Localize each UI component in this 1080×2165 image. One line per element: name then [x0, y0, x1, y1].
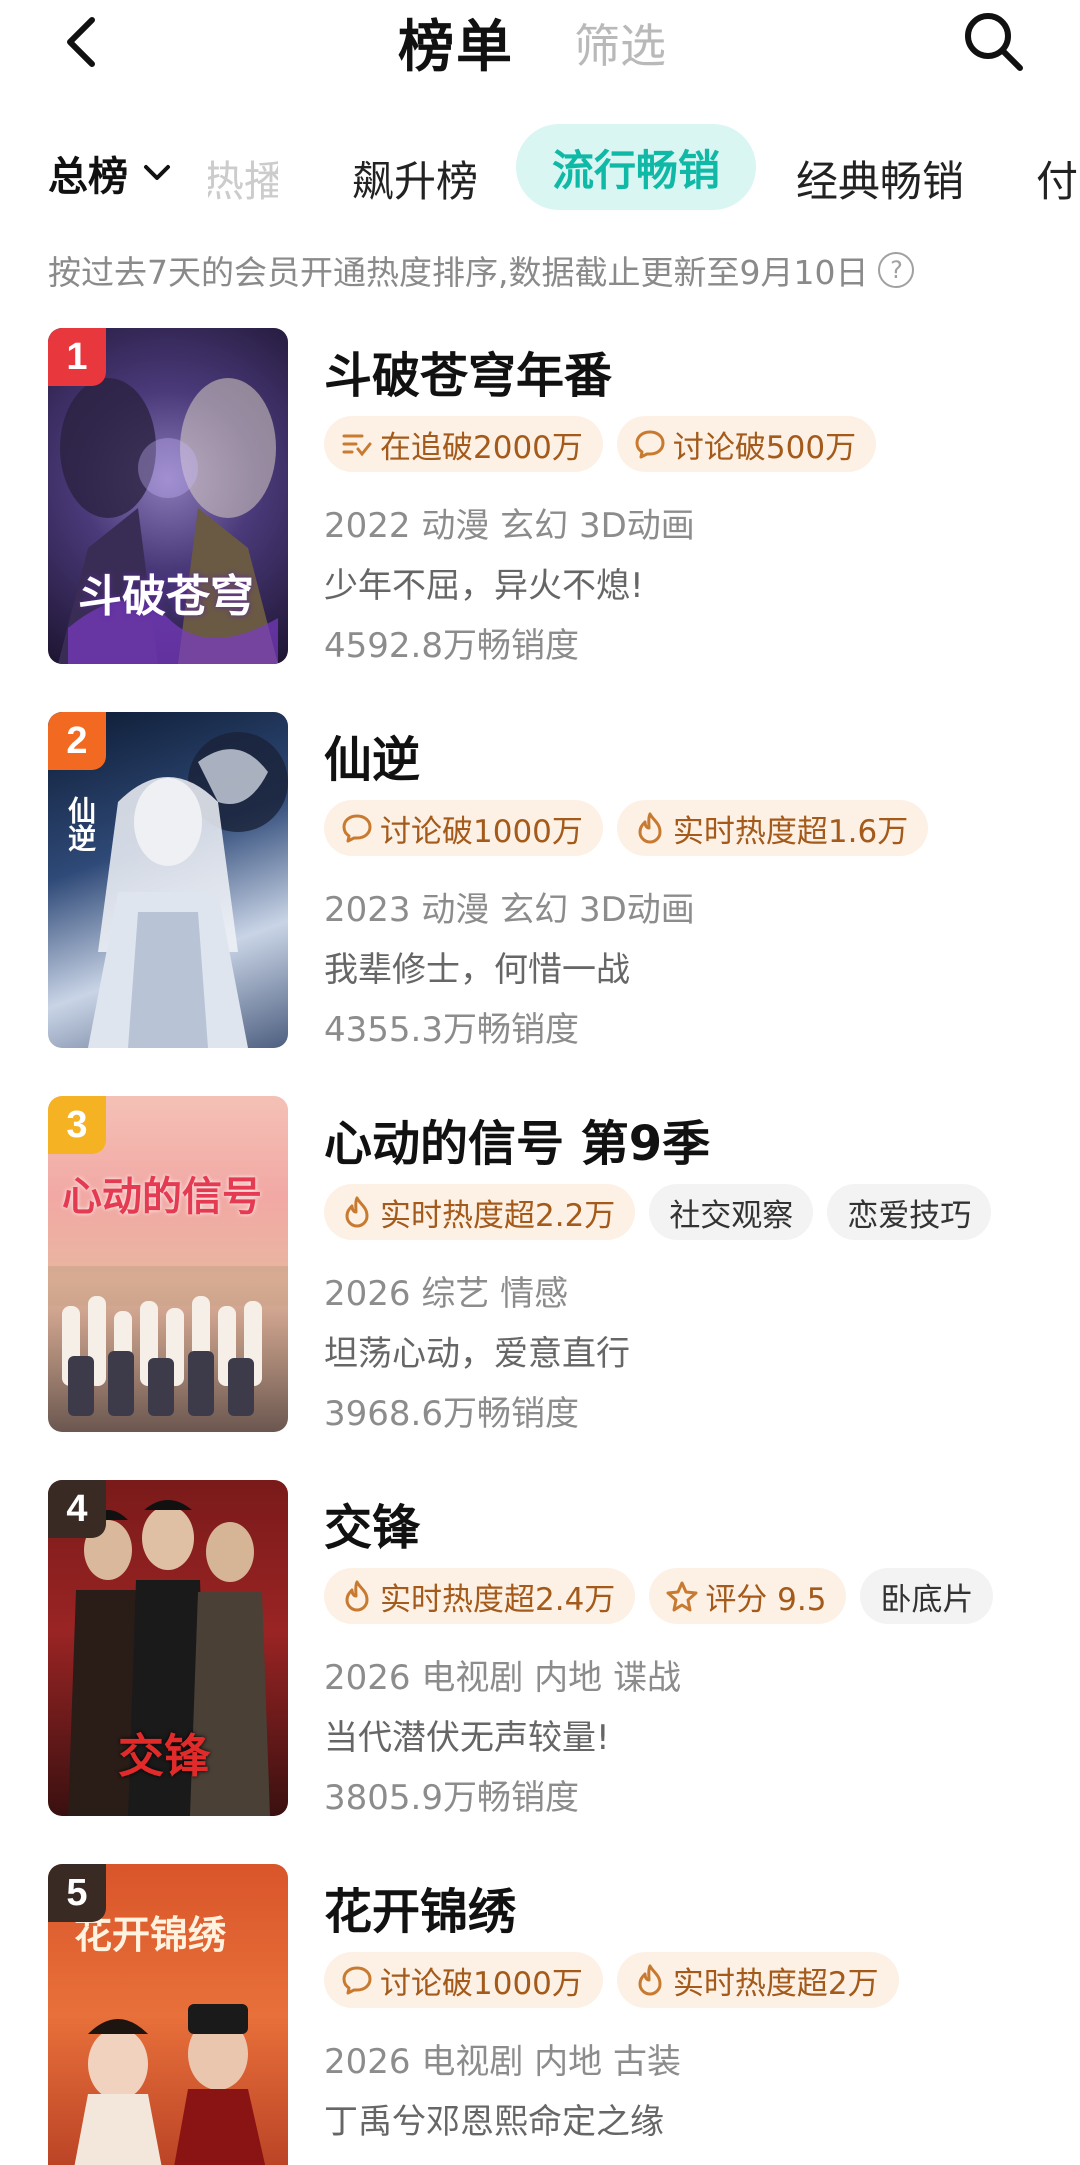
show-meta: 2026 电视剧 内地 古装: [324, 2042, 681, 2082]
show-description: 少年不屈，异火不熄!: [324, 566, 644, 606]
flame-icon: [345, 1196, 369, 1228]
rank-badge: 3: [48, 1096, 106, 1154]
flame-icon: [638, 812, 662, 844]
flame-icon: [345, 1580, 369, 1612]
tag-rating: 评分 9.5: [649, 1568, 847, 1624]
poster-image[interactable]: 心动的信号 3: [48, 1096, 288, 1432]
show-description: 丁禹兮邓恩熙命定之缘: [324, 2102, 664, 2142]
tag-row: 讨论破1000万 实时热度超1.6万: [324, 800, 929, 856]
list-item[interactable]: 斗破苍穹 1 斗破苍穹年番 在追破2000万 讨论破500万 2022 动漫 玄…: [0, 328, 1080, 668]
star-icon: [666, 1581, 698, 1612]
show-meta: 2026 电视剧 内地 谍战: [324, 1658, 681, 1698]
back-button[interactable]: [58, 14, 108, 70]
search-icon: [965, 13, 1023, 71]
tag-row: 讨论破1000万 实时热度超2万: [324, 1952, 899, 2008]
comment-icon: [342, 1966, 372, 1995]
tag-discussion: 讨论破1000万: [324, 1952, 603, 2008]
show-meta: 2022 动漫 玄幻 3D动画: [324, 506, 695, 546]
tab-rising[interactable]: 飙升榜: [352, 148, 478, 209]
show-title[interactable]: 斗破苍穹年番: [324, 336, 612, 406]
list-item[interactable]: 心动的信号 3 心动的信号 第9季 实时热度超2.2万 社交观察 恋爱技巧 20…: [0, 1096, 1080, 1436]
search-button[interactable]: [960, 8, 1026, 74]
show-meta: 2023 动漫 玄幻 3D动画: [324, 890, 695, 930]
show-title[interactable]: 交锋: [324, 1488, 420, 1558]
tag-row: 实时热度超2.2万 社交观察 恋爱技巧: [324, 1184, 992, 1240]
show-description: 我辈修士，何惜一战: [324, 950, 630, 990]
rank-badge: 5: [48, 1864, 106, 1922]
rank-badge: 1: [48, 328, 106, 386]
list-item[interactable]: 仙逆 2 仙逆 讨论破1000万 实时热度超1.6万 2023 动漫 玄幻 3D…: [0, 712, 1080, 1052]
tag-realtime-heat: 实时热度超1.6万: [616, 800, 929, 856]
sales-score: 3805.9万畅销度: [324, 1778, 579, 1818]
help-icon[interactable]: ?: [878, 252, 915, 288]
show-title[interactable]: 心动的信号 第9季: [324, 1104, 710, 1174]
poster-caption: 交锋: [118, 1729, 210, 1783]
tag-discussion: 讨论破1000万: [324, 800, 603, 856]
filter-tab[interactable]: 筛选: [574, 10, 666, 76]
tag-row: 在追破2000万 讨论破500万: [324, 416, 877, 472]
tag-genre: 卧底片: [860, 1568, 994, 1624]
tab-hot-play[interactable]: 热播榜: [208, 148, 278, 209]
ranking-note: 按过去7天的会员开通热度排序,数据截止更新至9月10日 ?: [48, 246, 915, 294]
show-title[interactable]: 花开锦绣: [324, 1872, 516, 1942]
chevron-left-icon: [67, 17, 95, 67]
show-title[interactable]: 仙逆: [324, 720, 420, 790]
poster-caption: 心动的信号: [62, 1174, 262, 1220]
tag-genre: 恋爱技巧: [827, 1184, 992, 1240]
poster-image[interactable]: 斗破苍穹 1: [48, 328, 288, 664]
tag-realtime-heat: 实时热度超2.4万: [324, 1568, 636, 1624]
tab-paid[interactable]: 付: [1036, 148, 1078, 209]
rank-badge: 2: [48, 712, 106, 770]
list-item[interactable]: 花开锦绣 5 花开锦绣 讨论破1000万 实时热度超2万 2026 电视剧 内地…: [0, 1864, 1080, 2165]
ranking-note-text: 按过去7天的会员开通热度排序,数据截止更新至9月10日: [48, 253, 869, 292]
tag-genre: 社交观察: [649, 1184, 814, 1240]
tag-realtime-heat: 实时热度超2万: [616, 1952, 899, 2008]
show-meta: 2026 综艺 情感: [324, 1274, 569, 1314]
poster-caption: 斗破苍穹: [78, 571, 254, 622]
top-bar: 榜单 筛选: [0, 0, 1080, 90]
follow-list-icon: [342, 434, 372, 457]
list-item[interactable]: 交锋 4 交锋 实时热度超2.4万 评分 9.5 卧底片 2026 电视剧 内地…: [0, 1480, 1080, 1820]
comment-icon: [635, 430, 665, 459]
poster-caption: 仙逆: [64, 796, 97, 852]
tag-following: 在追破2000万: [324, 416, 603, 472]
rank-badge: 4: [48, 1480, 106, 1538]
sales-score: 4592.8万畅销度: [324, 626, 579, 666]
poster-image[interactable]: 交锋 4: [48, 1480, 288, 1816]
page-title: 榜单: [398, 15, 514, 80]
sales-score: 4355.3万畅销度: [324, 1010, 579, 1050]
tab-classic-bestselling[interactable]: 经典畅销: [796, 148, 964, 209]
show-description: 坦荡心动，爱意直行: [324, 1334, 630, 1374]
tag-realtime-heat: 实时热度超2.2万: [324, 1184, 636, 1240]
category-tabs: 总榜 热播榜 飙升榜 流行畅销 经典畅销 付: [0, 120, 1080, 220]
tag-row: 实时热度超2.4万 评分 9.5 卧底片: [324, 1568, 994, 1624]
chevron-down-icon: [144, 165, 170, 180]
total-ranking-dropdown[interactable]: 总榜: [48, 144, 172, 202]
sales-score: 3968.6万畅销度: [324, 1394, 579, 1434]
show-description: 当代潜伏无声较量!: [324, 1718, 610, 1758]
flame-icon: [638, 1964, 662, 1996]
poster-image[interactable]: 花开锦绣 5: [48, 1864, 288, 2165]
tag-discussion: 讨论破500万: [616, 416, 877, 472]
total-ranking-label: 总榜: [48, 154, 128, 200]
poster-image[interactable]: 仙逆 2: [48, 712, 288, 1048]
tab-popular-bestselling[interactable]: 流行畅销: [516, 124, 756, 210]
comment-icon: [342, 814, 372, 843]
